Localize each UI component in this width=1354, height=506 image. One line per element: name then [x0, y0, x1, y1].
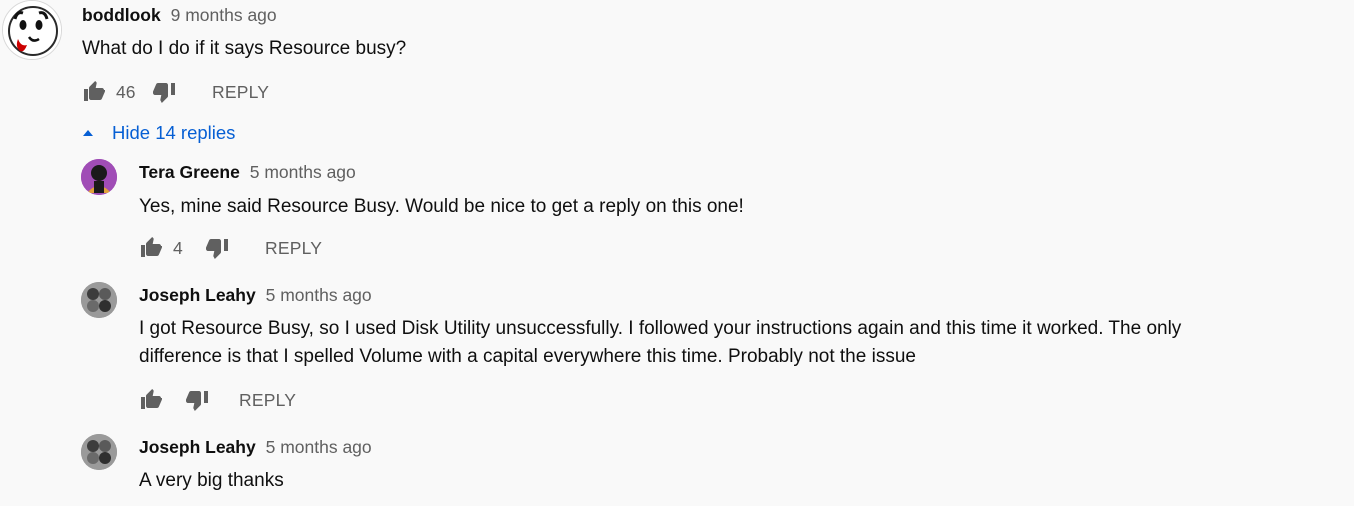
comment-text: What do I do if it says Resource busy?	[82, 38, 407, 59]
comment-header: boddlook 9 months ago	[82, 4, 277, 26]
reply-item: Tera Greene 5 months ago Yes, mine said …	[0, 155, 1354, 275]
reply-button[interactable]: REPLY	[265, 238, 322, 259]
thumb-down-icon	[186, 391, 208, 411]
hide-replies-button[interactable]: Hide 14 replies	[80, 120, 235, 146]
comment-actions: 46 REPLY	[80, 78, 269, 106]
like-button[interactable]	[137, 234, 165, 262]
timestamp[interactable]: 5 months ago	[266, 437, 372, 457]
thumb-down-icon	[153, 83, 175, 103]
reply-item: Joseph Leahy 5 months ago I got Resource…	[0, 278, 1354, 428]
comment-header: Joseph Leahy 5 months ago	[139, 436, 372, 458]
like-count: 46	[116, 81, 136, 102]
avatar[interactable]	[2, 0, 62, 60]
user-avatar-image	[81, 434, 117, 470]
timestamp[interactable]: 5 months ago	[250, 162, 356, 182]
avatar[interactable]	[81, 282, 117, 318]
user-avatar-image	[81, 282, 117, 318]
comment-header: Joseph Leahy 5 months ago	[139, 284, 372, 306]
thumb-up-icon	[141, 237, 162, 257]
like-count: 4	[173, 237, 183, 258]
comment-header: Tera Greene 5 months ago	[139, 161, 356, 183]
comment-text: A very big thanks	[139, 470, 284, 491]
reply-button[interactable]: REPLY	[212, 82, 269, 103]
reply-item: Joseph Leahy 5 months ago A very big tha…	[0, 430, 1354, 506]
thumb-down-icon	[206, 239, 228, 259]
comment-actions: 4 REPLY	[137, 234, 322, 262]
like-button[interactable]	[80, 78, 108, 106]
comment-item: boddlook 9 months ago What do I do if it…	[0, 0, 1354, 160]
thumb-up-icon	[84, 81, 105, 101]
avatar[interactable]	[81, 434, 117, 470]
ghost-avatar-image	[3, 1, 61, 59]
comment-text-line: I got Resource Busy, so I used Disk Util…	[139, 318, 1182, 339]
avatar[interactable]	[81, 159, 117, 195]
comment-actions: REPLY	[137, 386, 296, 414]
dislike-button[interactable]	[150, 78, 178, 106]
author-name[interactable]: Tera Greene	[139, 162, 240, 182]
author-name[interactable]: boddlook	[82, 5, 161, 25]
comment-text-line: difference is that I spelled Volume with…	[139, 346, 916, 367]
dislike-button[interactable]	[183, 386, 211, 414]
reply-button[interactable]: REPLY	[239, 390, 296, 411]
hide-replies-label: Hide 14 replies	[112, 122, 236, 143]
dislike-button[interactable]	[203, 234, 231, 262]
caret-up-icon	[80, 125, 96, 141]
comment-text: I got Resource Busy, so I used Disk Util…	[139, 315, 1181, 371]
like-button[interactable]	[137, 386, 165, 414]
comments-section: boddlook 9 months ago What do I do if it…	[0, 0, 1354, 506]
timestamp[interactable]: 9 months ago	[171, 5, 277, 25]
user-avatar-image	[81, 159, 117, 195]
comment-text: Yes, mine said Resource Busy. Would be n…	[139, 196, 744, 217]
thumb-up-icon	[141, 389, 162, 409]
timestamp[interactable]: 5 months ago	[266, 285, 372, 305]
author-name[interactable]: Joseph Leahy	[139, 285, 256, 305]
author-name[interactable]: Joseph Leahy	[139, 437, 256, 457]
